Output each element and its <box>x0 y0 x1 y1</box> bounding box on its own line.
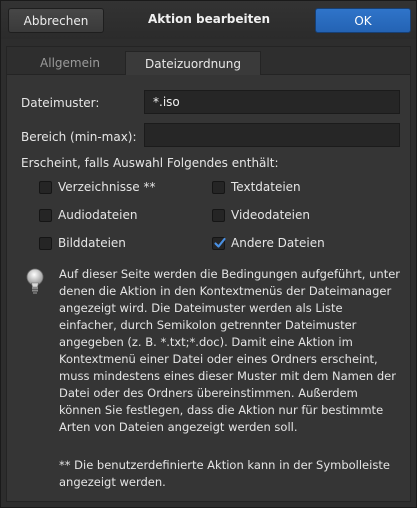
checkbox-box[interactable] <box>39 236 52 250</box>
tab-general[interactable]: Allgemein <box>15 51 125 75</box>
checkbox-label: Andere Dateien <box>231 236 325 250</box>
tab-bar: Allgemein Dateizuordnung <box>7 47 410 75</box>
tab-file-association[interactable]: Dateizuordnung <box>125 51 261 75</box>
checkbox-label: Textdateien <box>231 180 301 194</box>
ok-button[interactable]: OK <box>315 8 411 33</box>
lightbulb-icon <box>26 268 44 294</box>
tab-panel: Allgemein Dateizuordnung Dateimuster: *.… <box>6 46 411 502</box>
checkbox-other-files[interactable]: Andere Dateien <box>212 236 325 250</box>
info-footnote: ** Die benutzerdefinierte Aktion kann in… <box>59 458 390 489</box>
checkbox-box[interactable] <box>39 208 52 222</box>
dialog-title: Aktion bearbeiten <box>147 12 271 26</box>
checkbox-text-files[interactable]: Textdateien <box>212 180 301 194</box>
checkbox-box[interactable] <box>212 236 226 250</box>
checkbox-box[interactable] <box>212 180 225 194</box>
checkbox-label: Verzeichnisse ** <box>58 180 156 194</box>
checkbox-box[interactable] <box>212 208 225 222</box>
checkmark-icon <box>214 237 226 248</box>
checkbox-label: Bilddateien <box>58 236 126 250</box>
checkbox-audio-files[interactable]: Audiodateien <box>39 208 138 222</box>
pattern-input[interactable]: *.iso <box>144 90 400 114</box>
checkbox-label: Videodateien <box>231 208 311 222</box>
appears-label: Erscheint, falls Auswahl Folgendes enthä… <box>21 156 279 170</box>
checkbox-label: Audiodateien <box>58 208 138 222</box>
checkbox-box[interactable] <box>39 180 52 194</box>
checkbox-directories[interactable]: Verzeichnisse ** <box>39 180 155 194</box>
edit-action-dialog: Abbrechen Aktion bearbeiten OK Allgemein… <box>0 0 417 508</box>
cancel-button[interactable]: Abbrechen <box>8 8 104 33</box>
range-label: Bereich (min-max): <box>21 130 137 144</box>
checkbox-video-files[interactable]: Videodateien <box>212 208 310 222</box>
range-input[interactable] <box>144 123 400 147</box>
pattern-label: Dateimuster: <box>21 96 100 110</box>
dialog-header: Abbrechen Aktion bearbeiten OK <box>1 1 416 39</box>
checkbox-image-files[interactable]: Bilddateien <box>39 236 126 250</box>
info-text: Auf dieser Seite werden die Bedingungen … <box>59 267 401 434</box>
